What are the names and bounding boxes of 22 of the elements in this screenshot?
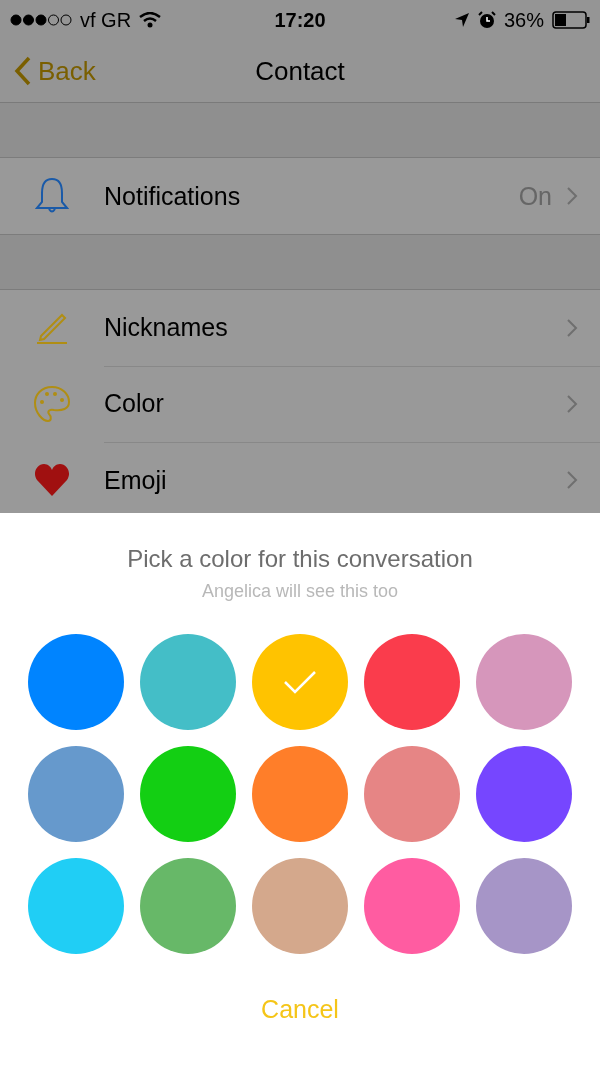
checkmark-icon bbox=[283, 669, 317, 695]
palette-icon bbox=[33, 385, 71, 423]
pencil-icon bbox=[35, 311, 69, 345]
chevron-icon bbox=[566, 317, 578, 338]
screen-title: Contact bbox=[255, 55, 345, 87]
settings-row[interactable]: Color bbox=[104, 365, 600, 443]
location-icon bbox=[453, 12, 470, 28]
settings-row[interactable]: Nicknames bbox=[104, 289, 600, 367]
sheet-title: Pick a color for this conversation bbox=[127, 545, 473, 573]
chevron-icon bbox=[566, 393, 578, 414]
back-chevron-icon bbox=[14, 56, 32, 86]
battery-percent: 36% bbox=[503, 8, 544, 32]
chevron-icon bbox=[566, 470, 578, 490]
signal-icon bbox=[10, 14, 72, 26]
alarm-icon bbox=[477, 11, 496, 29]
heart-icon bbox=[34, 463, 70, 497]
sheet-subtitle: Angelica will see this too bbox=[201, 581, 399, 602]
clock-time: 17:20 bbox=[274, 8, 326, 31]
wifi-icon bbox=[139, 12, 162, 28]
battery-icon bbox=[552, 11, 590, 29]
carrier-name: vf GR bbox=[80, 8, 132, 32]
chevron-icon bbox=[566, 186, 578, 206]
